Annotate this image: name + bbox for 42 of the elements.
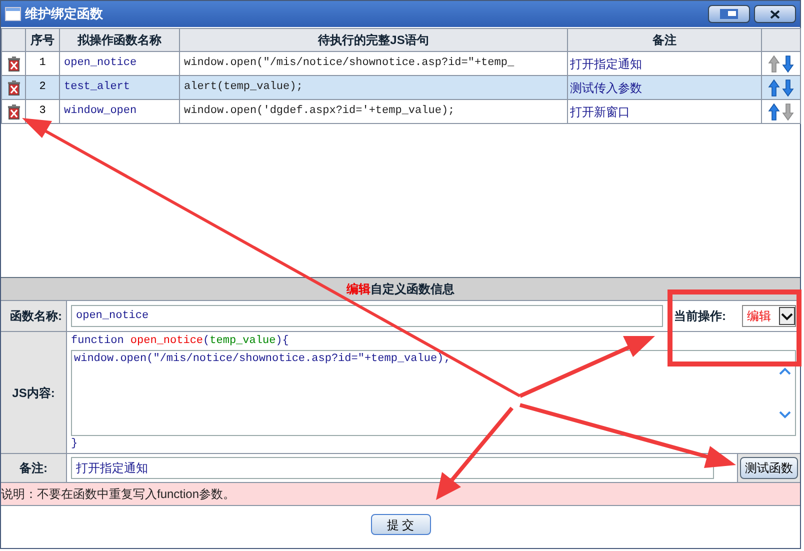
trash-icon[interactable] (6, 104, 20, 120)
scroll-down-icon[interactable] (779, 410, 791, 418)
close-icon (770, 10, 780, 18)
field-label: 当前操作: (674, 308, 726, 325)
down-arrow-icon[interactable] (782, 78, 794, 96)
submit-button[interactable]: 提 交 (370, 514, 430, 535)
function-signature: function open_notice(temp_value){ (71, 334, 290, 349)
note-text: 说明：不要在函数中重复写入function参数。 (1, 486, 236, 503)
code-area[interactable]: window.open("/mis/notice/shownotice.asp?id="+temp_value); (71, 350, 796, 436)
field-label: 备注: (20, 460, 48, 477)
down-arrow-icon[interactable] (782, 54, 794, 72)
table-row[interactable]: 2 test_alert alert(temp_value); 测试传入参数 (2, 76, 800, 100)
trash-icon[interactable] (6, 56, 20, 72)
restore-icon (720, 9, 738, 19)
trash-icon[interactable] (6, 80, 20, 96)
scroll-up-icon[interactable] (779, 366, 791, 374)
close-button[interactable] (754, 5, 796, 23)
up-arrow-icon[interactable] (768, 78, 780, 96)
up-arrow-icon[interactable] (768, 102, 780, 120)
table-cell: window_open (60, 100, 180, 124)
up-arrow-icon[interactable] (768, 54, 780, 72)
operation-select[interactable]: 编辑 (742, 305, 796, 327)
table-row[interactable]: 3 window_open window.open('dgdef.aspx?id='+temp_value); 打开新窗口 (2, 100, 800, 124)
window-icon (5, 7, 21, 21)
column-header: 拟操作函数名称 (60, 28, 180, 52)
field-label: JS内容: (12, 384, 55, 402)
closing-brace: } (71, 436, 78, 452)
test-function-button[interactable]: 测试函数 (740, 457, 798, 479)
dropdown-icon (779, 307, 795, 325)
table-cell: 打开新窗口 (568, 100, 762, 124)
field-label: 函数名称: (10, 308, 62, 325)
input-field[interactable]: 打开指定通知 (71, 457, 714, 479)
table-row[interactable]: 1 open_notice window.open("/mis/notice/shownotice.asp?id="+temp_ 打开指定通知 (2, 52, 800, 76)
section-title: 自定义函数信息 (370, 281, 454, 298)
restore-button[interactable] (708, 5, 750, 23)
table-cell: window.open('dgdef.aspx?id='+temp_value); (180, 100, 568, 124)
mode-label: 编辑 (346, 281, 370, 298)
column-header: 待执行的完整JS语句 (180, 28, 568, 52)
input-field[interactable]: open_notice (71, 305, 663, 327)
window-title: 维护绑定函数 (25, 5, 103, 24)
column-header: 备注 (568, 28, 762, 52)
down-arrow-icon[interactable] (782, 102, 794, 120)
